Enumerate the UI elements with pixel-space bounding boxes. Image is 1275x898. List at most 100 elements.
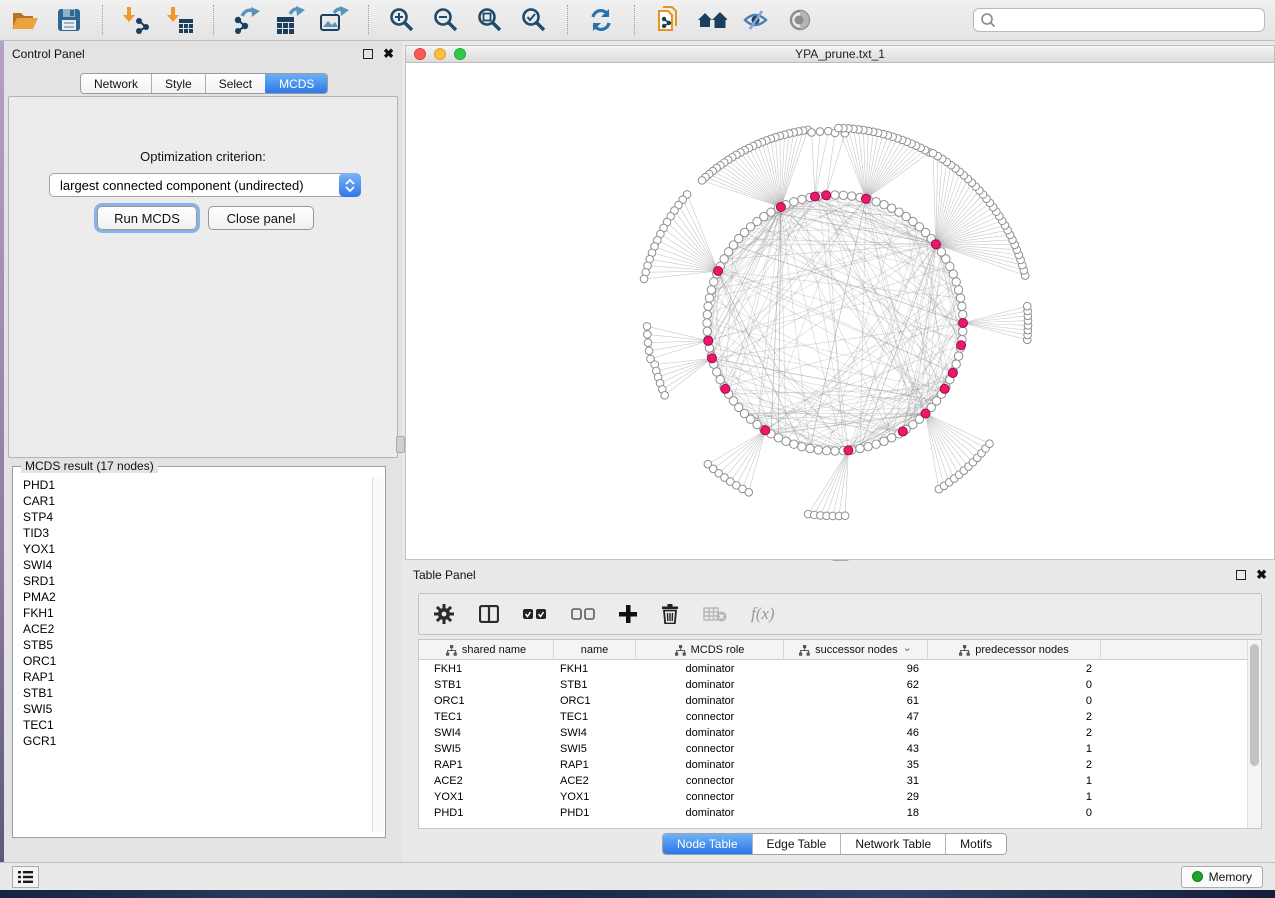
mcds-hub-node[interactable] <box>844 446 853 455</box>
delete-table-icon[interactable] <box>703 606 727 622</box>
tab-node-table[interactable]: Node Table <box>663 834 753 854</box>
tab-motifs[interactable]: Motifs <box>946 834 1006 854</box>
network-node[interactable] <box>952 278 960 286</box>
network-node[interactable] <box>705 294 713 302</box>
table-cell[interactable]: 1 <box>928 741 1101 757</box>
mcds-hub-node[interactable] <box>948 369 957 378</box>
table-cell[interactable]: ORC1 <box>419 693 554 709</box>
mcds-result-list[interactable]: PHD1CAR1STP4TID3YOX1SWI4SRD1PMA2FKH1ACE2… <box>14 477 372 832</box>
table-cell[interactable]: ORC1 <box>554 693 636 709</box>
network-window-titlebar[interactable]: YPA_prune.txt_1 <box>406 46 1274 63</box>
network-node[interactable] <box>872 198 880 206</box>
tab-style[interactable]: Style <box>152 74 206 93</box>
table-cell[interactable]: STB1 <box>419 677 554 693</box>
table-cell[interactable]: connector <box>636 789 784 805</box>
tab-network[interactable]: Network <box>81 74 152 93</box>
table-cell[interactable]: 2 <box>928 661 1101 677</box>
network-node[interactable] <box>703 327 711 335</box>
network-node[interactable] <box>958 302 966 310</box>
mcds-result-item[interactable]: ACE2 <box>23 621 372 637</box>
network-node[interactable] <box>959 310 967 318</box>
network-node[interactable] <box>745 488 753 496</box>
mcds-hub-node[interactable] <box>810 192 819 201</box>
show-column-pane-icon[interactable] <box>479 605 499 623</box>
mcds-result-item[interactable]: YOX1 <box>23 541 372 557</box>
mcds-hub-node[interactable] <box>931 240 940 249</box>
tab-network-table[interactable]: Network Table <box>841 834 946 854</box>
table-cell[interactable]: RAP1 <box>554 757 636 773</box>
table-cell[interactable]: SWI5 <box>554 741 636 757</box>
table-cell[interactable]: dominator <box>636 757 784 773</box>
table-cell[interactable]: RAP1 <box>419 757 554 773</box>
network-node[interactable] <box>774 434 782 442</box>
network-node[interactable] <box>949 270 957 278</box>
mcds-hub-node[interactable] <box>704 336 713 345</box>
table-row[interactable]: PHD1PHD1dominator180 <box>419 805 1248 821</box>
unselect-all-columns-icon[interactable] <box>571 608 595 620</box>
table-cell[interactable]: connector <box>636 773 784 789</box>
refresh-icon[interactable] <box>586 5 616 35</box>
mcds-result-item[interactable]: PHD1 <box>23 477 372 493</box>
show-eye-icon[interactable] <box>785 5 815 35</box>
table-row[interactable]: FKH1FKH1dominator962 <box>419 661 1248 677</box>
table-cell[interactable]: SWI5 <box>419 741 554 757</box>
network-view-canvas[interactable] <box>406 63 1274 559</box>
tab-mcds[interactable]: MCDS <box>265 73 328 94</box>
table-cell[interactable]: 61 <box>784 693 928 709</box>
memory-button[interactable]: Memory <box>1181 866 1263 888</box>
table-cell[interactable]: 46 <box>784 725 928 741</box>
mcds-result-item[interactable]: RAP1 <box>23 669 372 685</box>
table-cell[interactable]: connector <box>636 709 784 725</box>
table-cell[interactable]: FKH1 <box>419 661 554 677</box>
go-home-icon[interactable] <box>697 5 727 35</box>
zoom-in-icon[interactable] <box>387 5 417 35</box>
table-cell[interactable]: 2 <box>928 725 1101 741</box>
table-cell[interactable]: TEC1 <box>554 709 636 725</box>
table-cell[interactable]: PHD1 <box>419 805 554 821</box>
mcds-hub-node[interactable] <box>957 341 966 350</box>
add-column-icon[interactable] <box>619 605 637 623</box>
table-cell[interactable]: 1 <box>928 773 1101 789</box>
zoom-selected-icon[interactable] <box>519 5 549 35</box>
network-node[interactable] <box>644 339 652 347</box>
vertical-splitter-handle[interactable] <box>396 436 405 453</box>
zoom-out-icon[interactable] <box>431 5 461 35</box>
table-row[interactable]: STB1STB1dominator620 <box>419 677 1248 693</box>
mcds-hub-node[interactable] <box>776 202 785 211</box>
mcds-hub-node[interactable] <box>721 384 730 393</box>
table-cell[interactable]: 29 <box>784 789 928 805</box>
mcds-result-item[interactable]: SWI4 <box>23 557 372 573</box>
table-cell[interactable]: 2 <box>928 709 1101 725</box>
mcds-hub-node[interactable] <box>761 426 770 435</box>
function-builder-icon[interactable]: f(x) <box>751 604 775 624</box>
network-node[interactable] <box>704 302 712 310</box>
mcds-hub-node[interactable] <box>707 354 716 363</box>
mcds-hub-node[interactable] <box>959 319 968 328</box>
table-row[interactable]: ACE2ACE2connector311 <box>419 773 1248 789</box>
table-cell[interactable]: YOX1 <box>554 789 636 805</box>
network-node[interactable] <box>645 347 653 355</box>
tab-select[interactable]: Select <box>206 74 266 93</box>
network-node[interactable] <box>640 275 648 283</box>
column-header-predecessor-nodes[interactable]: predecessor nodes <box>928 640 1101 660</box>
table-cell[interactable]: SWI4 <box>419 725 554 741</box>
network-node[interactable] <box>822 447 830 455</box>
table-cell[interactable]: STB1 <box>554 677 636 693</box>
network-node[interactable] <box>839 191 847 199</box>
column-header-successor-nodes[interactable]: successor nodes⌄ <box>784 640 928 660</box>
network-node[interactable] <box>929 149 937 157</box>
mcds-result-item[interactable]: PMA2 <box>23 589 372 605</box>
table-cell[interactable]: dominator <box>636 693 784 709</box>
network-node[interactable] <box>835 124 843 132</box>
table-settings-gear-icon[interactable] <box>433 603 455 625</box>
mcds-hub-node[interactable] <box>921 409 930 418</box>
network-node[interactable] <box>841 512 849 520</box>
mcds-hub-node[interactable] <box>940 384 949 393</box>
network-node[interactable] <box>707 286 715 294</box>
mcds-hub-node[interactable] <box>898 427 907 436</box>
table-cell[interactable]: PHD1 <box>554 805 636 821</box>
network-node[interactable] <box>959 327 967 335</box>
network-node[interactable] <box>986 440 994 448</box>
hide-selected-icon[interactable] <box>741 5 771 35</box>
mcds-result-item[interactable]: SRD1 <box>23 573 372 589</box>
